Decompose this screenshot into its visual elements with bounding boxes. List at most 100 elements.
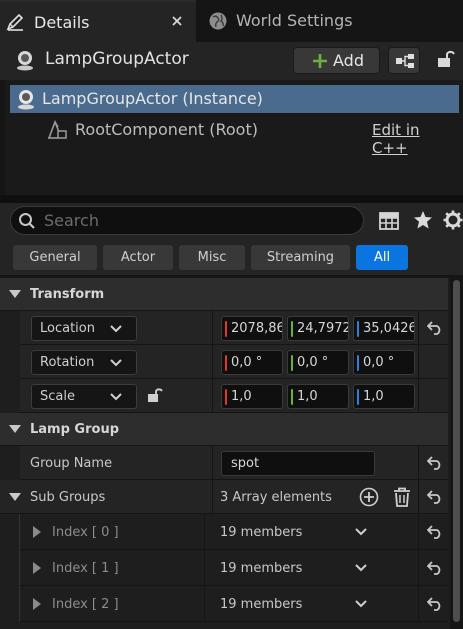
group-name-label: Group Name [30, 456, 113, 471]
array-element-value: 19 members [220, 525, 303, 540]
scale-y-field[interactable]: 1,0 [287, 384, 349, 409]
chevron-down-icon [110, 325, 122, 333]
location-z-value: 35,0426 [363, 321, 415, 336]
add-element-icon[interactable] [359, 487, 379, 507]
tab-details[interactable]: Details [0, 0, 196, 42]
row-indent [0, 311, 20, 345]
rotation-z-value: 0,0 ° [363, 355, 395, 370]
favorites-star-icon[interactable] [413, 210, 433, 230]
scale-x-value: 1,0 [231, 389, 252, 404]
column-divider [418, 586, 419, 622]
rotation-y-field[interactable]: 0,0 ° [287, 350, 349, 375]
globe-icon [208, 11, 228, 31]
column-divider [212, 345, 213, 379]
scale-x-field[interactable]: 1,0 [221, 384, 283, 409]
details-pencil-icon [6, 12, 26, 32]
row-indent [0, 446, 20, 480]
filter-streaming[interactable]: Streaming [251, 245, 350, 270]
settings-gear-icon[interactable] [443, 210, 463, 230]
array-element-row-0: Index [ 0 ] 19 members [20, 514, 448, 550]
scale-lock-icon[interactable] [146, 386, 164, 404]
tab-world-settings-label: World Settings [236, 11, 353, 30]
array-index-label: Index [ 0 ] [52, 525, 119, 540]
scale-mode-label: Scale [40, 389, 75, 404]
add-button-label: Add [333, 51, 364, 70]
chevron-down-icon [355, 564, 367, 572]
group-name-input[interactable]: spot [221, 451, 375, 476]
property-row-scale: Scale 1,0 1,0 1,0 [0, 379, 448, 413]
rotation-x-field[interactable]: 0,0 ° [221, 350, 283, 375]
filter-all[interactable]: All [356, 245, 408, 270]
array-index-label: Index [ 1 ] [52, 561, 119, 576]
panel-divider [0, 195, 463, 203]
search-placeholder: Search [44, 211, 99, 230]
actor-name: LampGroupActor [45, 49, 189, 69]
blueprint-button[interactable] [388, 47, 420, 74]
category-transform-label: Transform [30, 287, 105, 302]
reset-element-icon[interactable] [420, 555, 450, 581]
tab-world-settings[interactable]: World Settings [198, 0, 368, 42]
edit-in-cpp-link[interactable]: Edit in C++ [372, 121, 459, 157]
expand-triangle-icon [9, 425, 21, 433]
array-element-dropdown-0[interactable]: 19 members [212, 519, 372, 544]
search-input[interactable]: Search [10, 206, 364, 235]
collapsed-triangle-icon[interactable] [33, 526, 41, 538]
column-divider [418, 550, 419, 586]
lock-icon[interactable] [435, 49, 455, 69]
chevron-down-icon [355, 600, 367, 608]
scrollbar-thumb[interactable] [453, 280, 460, 622]
category-transform[interactable]: Transform [0, 278, 448, 311]
blueprint-hierarchy-icon [395, 53, 415, 69]
search-icon [18, 212, 36, 230]
column-divider [418, 345, 419, 379]
add-component-button[interactable]: Add [293, 47, 380, 74]
property-row-group-name: Group Name spot [0, 446, 448, 480]
category-lamp-group[interactable]: Lamp Group [0, 413, 448, 446]
expand-triangle-icon[interactable] [9, 493, 21, 501]
reset-group-name-icon[interactable] [420, 450, 450, 476]
location-x-field[interactable]: 2078,86 [221, 316, 283, 341]
column-divider [418, 514, 419, 550]
column-divider [204, 586, 205, 622]
reset-element-icon[interactable] [420, 591, 450, 617]
reset-element-icon[interactable] [420, 519, 450, 545]
scene-component-icon [46, 120, 68, 140]
location-mode-dropdown[interactable]: Location [31, 316, 137, 341]
array-element-value: 19 members [220, 597, 303, 612]
rotation-z-field[interactable]: 0,0 ° [353, 350, 415, 375]
filter-actor[interactable]: Actor [103, 245, 173, 270]
scale-mode-dropdown[interactable]: Scale [31, 384, 137, 409]
chevron-down-icon [110, 393, 122, 401]
property-row-sub-groups: Sub Groups 3 Array elements [0, 480, 448, 514]
location-x-value: 2078,86 [231, 321, 283, 336]
scale-z-value: 1,0 [363, 389, 384, 404]
property-matrix-icon[interactable] [379, 212, 399, 230]
property-row-rotation: Rotation 0,0 ° 0,0 ° 0,0 ° [0, 345, 448, 379]
filter-general[interactable]: General [13, 245, 97, 270]
category-lamp-group-label: Lamp Group [30, 422, 120, 437]
column-divider [418, 311, 419, 345]
group-name-value: spot [231, 456, 260, 471]
filter-misc[interactable]: Misc [179, 245, 245, 270]
row-indent [0, 379, 20, 413]
trash-icon[interactable] [393, 487, 411, 507]
array-element-dropdown-2[interactable]: 19 members [212, 591, 372, 616]
row-indent [0, 345, 20, 379]
column-divider [212, 379, 213, 413]
rotation-mode-dropdown[interactable]: Rotation [31, 350, 137, 375]
scale-z-field[interactable]: 1,0 [353, 384, 415, 409]
collapsed-triangle-icon[interactable] [33, 598, 41, 610]
location-z-field[interactable]: 35,0426 [353, 316, 415, 341]
column-divider [204, 550, 205, 586]
array-element-row-2: Index [ 2 ] 19 members [20, 586, 448, 622]
array-index-label: Index [ 2 ] [52, 597, 119, 612]
array-element-dropdown-1[interactable]: 19 members [212, 555, 372, 580]
component-item-root[interactable]: RootComponent (Root) Edit in C++ [10, 116, 459, 157]
location-y-field[interactable]: 24,7972 [287, 316, 349, 341]
close-tab-icon[interactable] [170, 14, 184, 28]
collapsed-triangle-icon[interactable] [33, 562, 41, 574]
reset-sub-groups-icon[interactable] [420, 484, 450, 510]
component-item-instance[interactable]: LampGroupActor (Instance) [10, 85, 459, 113]
location-mode-label: Location [40, 321, 95, 336]
reset-location-icon[interactable] [420, 315, 450, 341]
